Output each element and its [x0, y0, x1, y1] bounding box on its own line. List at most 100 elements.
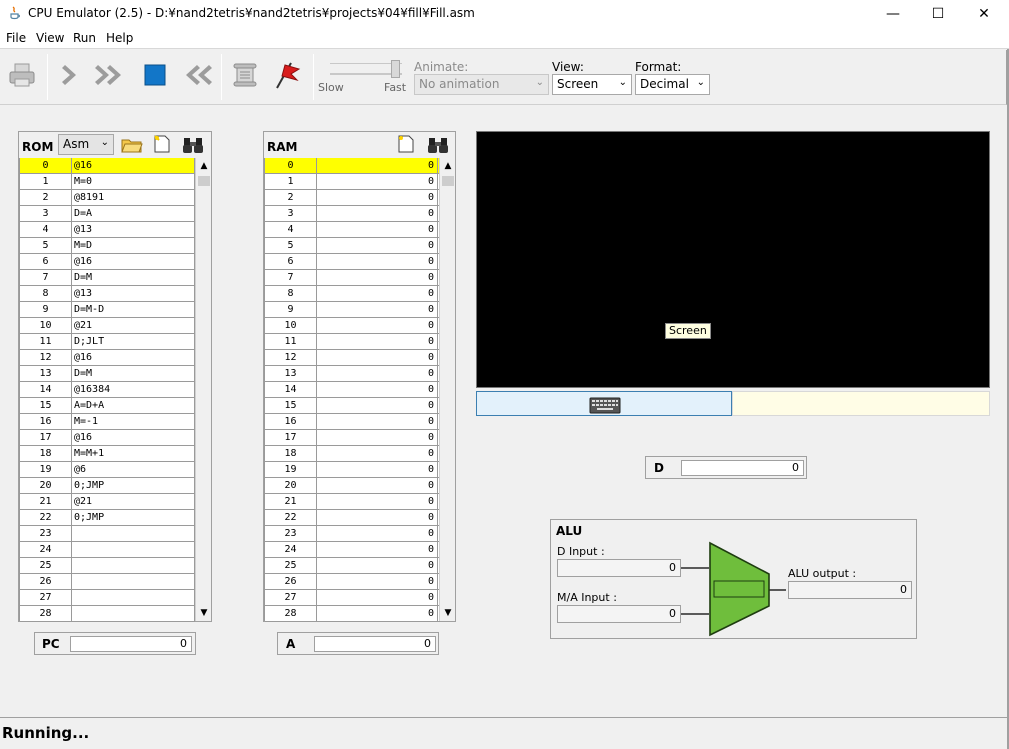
- ram-row[interactable]: 21 0: [265, 494, 440, 510]
- ram-row[interactable]: 70: [265, 270, 440, 286]
- new-file-icon[interactable]: [153, 134, 171, 154]
- ram-value-cell[interactable]: 0: [317, 254, 438, 269]
- minimize-button[interactable]: —: [870, 0, 916, 27]
- ram-value-cell[interactable]: 0: [317, 366, 438, 381]
- ram-row[interactable]: 17 0: [265, 430, 440, 446]
- ram-value-cell[interactable]: 0: [317, 350, 438, 365]
- rom-instruction-cell[interactable]: @16: [72, 350, 195, 365]
- open-folder-icon[interactable]: [121, 136, 143, 154]
- view-select[interactable]: Screen ⌄: [552, 74, 632, 95]
- rom-row[interactable]: 14 @16384: [20, 382, 195, 398]
- ram-row[interactable]: 00: [265, 158, 440, 174]
- rom-row[interactable]: 24: [20, 542, 195, 558]
- rom-instruction-cell[interactable]: 0;JMP: [72, 478, 195, 493]
- ram-value-cell[interactable]: 0: [317, 206, 438, 221]
- menu-view[interactable]: View: [36, 31, 64, 45]
- ram-value-cell[interactable]: 0: [317, 590, 438, 605]
- rom-table[interactable]: 0 @16 1 M=0 2 @8191 3 D=A 4 @13 5 M=D 6 @16 7 D=M 8 @13 9 D…: [19, 158, 195, 622]
- rom-row[interactable]: 4 @13: [20, 222, 195, 238]
- ram-row[interactable]: 20 0: [265, 478, 440, 494]
- ram-row[interactable]: 10: [265, 174, 440, 190]
- rom-instruction-cell[interactable]: @6: [72, 462, 195, 477]
- binoculars-icon[interactable]: [427, 136, 449, 154]
- chevron-up-icon[interactable]: ▲: [440, 158, 456, 174]
- a-value-field[interactable]: 0: [314, 636, 436, 652]
- ram-row[interactable]: 20: [265, 190, 440, 206]
- rom-row[interactable]: 25: [20, 558, 195, 574]
- rom-instruction-cell[interactable]: M=D: [72, 238, 195, 253]
- binoculars-icon[interactable]: [182, 136, 204, 154]
- ram-row[interactable]: 40: [265, 222, 440, 238]
- rom-row[interactable]: 17 @16: [20, 430, 195, 446]
- rom-row[interactable]: 12 @16: [20, 350, 195, 366]
- speed-slider-thumb[interactable]: [391, 60, 400, 78]
- ram-row[interactable]: 28 0: [265, 606, 440, 622]
- ram-row[interactable]: 24 0: [265, 542, 440, 558]
- ram-row[interactable]: 19 0: [265, 462, 440, 478]
- ram-value-cell[interactable]: 0: [317, 494, 438, 509]
- ram-value-cell[interactable]: 0: [317, 574, 438, 589]
- ram-value-cell[interactable]: 0: [317, 558, 438, 573]
- rom-instruction-cell[interactable]: @16: [72, 430, 195, 445]
- ram-value-cell[interactable]: 0: [317, 478, 438, 493]
- rom-instruction-cell[interactable]: @21: [72, 318, 195, 333]
- rom-instruction-cell[interactable]: D=M: [72, 366, 195, 381]
- rom-row[interactable]: 16 M=-1: [20, 414, 195, 430]
- rom-instruction-cell[interactable]: 0;JMP: [72, 510, 195, 525]
- ram-value-cell[interactable]: 0: [317, 414, 438, 429]
- ram-value-cell[interactable]: 0: [317, 542, 438, 557]
- rom-row[interactable]: 21 @21: [20, 494, 195, 510]
- rom-row[interactable]: 15 A=D+A: [20, 398, 195, 414]
- ram-row[interactable]: 90: [265, 302, 440, 318]
- ram-row[interactable]: 23 0: [265, 526, 440, 542]
- ram-row[interactable]: 26 0: [265, 574, 440, 590]
- close-button[interactable]: ✕: [961, 0, 1007, 27]
- ram-scroll-thumb[interactable]: [442, 176, 454, 186]
- chevron-down-icon[interactable]: ▼: [440, 605, 456, 621]
- ram-value-cell[interactable]: 0: [317, 222, 438, 237]
- rom-instruction-cell[interactable]: @16: [72, 158, 195, 173]
- rom-row[interactable]: 6 @16: [20, 254, 195, 270]
- ram-row[interactable]: 18 0: [265, 446, 440, 462]
- chevron-down-icon[interactable]: ▼: [196, 605, 212, 621]
- rom-instruction-cell[interactable]: D;JLT: [72, 334, 195, 349]
- rom-instruction-cell[interactable]: [72, 590, 195, 605]
- maximize-button[interactable]: ☐: [915, 0, 961, 27]
- keyboard-input[interactable]: [476, 391, 732, 416]
- ram-value-cell[interactable]: 0: [317, 334, 438, 349]
- menu-file[interactable]: File: [6, 31, 26, 45]
- rom-instruction-cell[interactable]: @13: [72, 286, 195, 301]
- ram-value-cell[interactable]: 0: [317, 430, 438, 445]
- rom-row[interactable]: 10 @21: [20, 318, 195, 334]
- breakpoints-button[interactable]: [270, 58, 302, 92]
- rom-row[interactable]: 3 D=A: [20, 206, 195, 222]
- rom-row[interactable]: 11 D;JLT: [20, 334, 195, 350]
- ram-row[interactable]: 13 0: [265, 366, 440, 382]
- rom-instruction-cell[interactable]: [72, 606, 195, 621]
- ram-scrollbar[interactable]: ▲ ▼: [439, 158, 455, 621]
- ram-row[interactable]: 22 0: [265, 510, 440, 526]
- rom-instruction-cell[interactable]: D=M-D: [72, 302, 195, 317]
- ram-row[interactable]: 16 0: [265, 414, 440, 430]
- ram-row[interactable]: 14 0: [265, 382, 440, 398]
- ram-value-cell[interactable]: 0: [317, 382, 438, 397]
- rom-row[interactable]: 26: [20, 574, 195, 590]
- ram-value-cell[interactable]: 0: [317, 462, 438, 477]
- rom-row[interactable]: 13 D=M: [20, 366, 195, 382]
- rom-row[interactable]: 28: [20, 606, 195, 622]
- rom-row[interactable]: 18 M=M+1: [20, 446, 195, 462]
- rom-instruction-cell[interactable]: A=D+A: [72, 398, 195, 413]
- rom-row[interactable]: 8 @13: [20, 286, 195, 302]
- speed-slider[interactable]: [328, 60, 406, 80]
- menu-run[interactable]: Run: [73, 31, 96, 45]
- rom-row[interactable]: 22 0;JMP: [20, 510, 195, 526]
- rom-instruction-cell[interactable]: @13: [72, 222, 195, 237]
- ram-value-cell[interactable]: 0: [317, 526, 438, 541]
- ram-row[interactable]: 15 0: [265, 398, 440, 414]
- rom-row[interactable]: 7 D=M: [20, 270, 195, 286]
- stop-button[interactable]: [139, 58, 171, 92]
- ram-value-cell[interactable]: 0: [317, 238, 438, 253]
- rom-instruction-cell[interactable]: @16384: [72, 382, 195, 397]
- rom-row[interactable]: 5 M=D: [20, 238, 195, 254]
- ram-value-cell[interactable]: 0: [317, 270, 438, 285]
